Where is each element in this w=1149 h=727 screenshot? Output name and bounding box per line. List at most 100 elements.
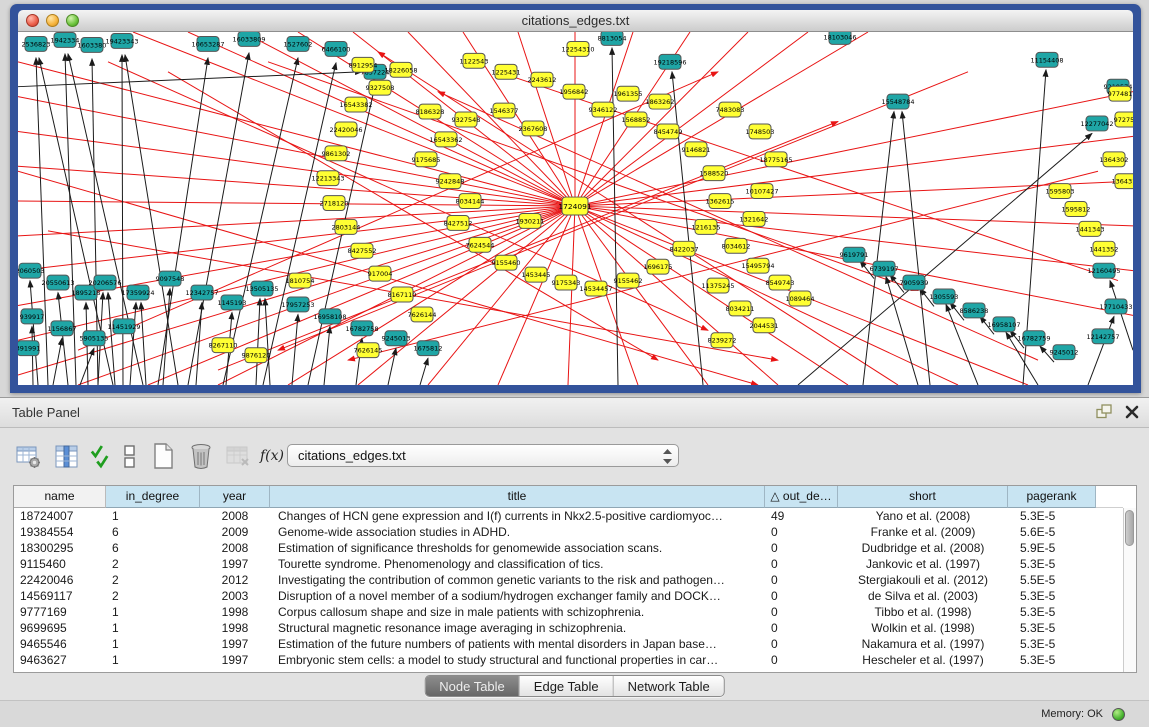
graph-node[interactable]: 5905135: [80, 331, 109, 346]
cell-out_de[interactable]: 0: [765, 588, 838, 604]
cell-name[interactable]: 9463627: [14, 652, 106, 668]
cell-out_de[interactable]: 0: [765, 524, 838, 540]
cell-name[interactable]: 9699695: [14, 620, 106, 636]
cell-pagerank[interactable]: 5.3E-5: [1008, 652, 1096, 668]
graph-node[interactable]: 6466100: [322, 41, 351, 56]
cell-title[interactable]: Embryonic stem cells: a model to study s…: [270, 652, 765, 668]
column-header-year[interactable]: year: [200, 486, 270, 508]
graph-node[interactable]: 9242848: [436, 174, 465, 189]
cell-year[interactable]: 2008: [200, 540, 270, 556]
cell-pagerank[interactable]: 5.3E-5: [1008, 636, 1096, 652]
graph-node[interactable]: 19423343: [105, 33, 138, 48]
graph-node[interactable]: 6739197: [870, 261, 899, 276]
cell-out_de[interactable]: 0: [765, 620, 838, 636]
cell-in_degree[interactable]: 6: [106, 524, 200, 540]
cell-short[interactable]: Dudbridge et al. (2008): [838, 540, 1008, 556]
cell-in_degree[interactable]: 6: [106, 540, 200, 556]
cell-year[interactable]: 1997: [200, 556, 270, 572]
column-header-pagerank[interactable]: pagerank: [1008, 486, 1096, 508]
table-row[interactable]: 977716911998Corpus callosum shape and si…: [14, 604, 1123, 620]
graph-node[interactable]: 8427552: [348, 243, 377, 258]
cell-short[interactable]: de Silva et al. (2003): [838, 588, 1008, 604]
cell-name[interactable]: 18300295: [14, 540, 106, 556]
cell-in_degree[interactable]: 1: [106, 652, 200, 668]
graph-node[interactable]: 9346122: [589, 102, 618, 117]
cell-in_degree[interactable]: 1: [106, 508, 200, 524]
graph-node[interactable]: 1603380: [78, 37, 107, 52]
graph-node[interactable]: 1156867: [48, 321, 77, 336]
table-mode-button[interactable]: [14, 442, 43, 471]
graph-node[interactable]: 7624544: [466, 237, 495, 252]
graph-node[interactable]: 8549743: [766, 275, 795, 290]
graph-node[interactable]: 1956842: [560, 84, 589, 99]
graph-node[interactable]: 9175685: [412, 152, 441, 167]
graph-node[interactable]: 1441352: [1090, 241, 1119, 256]
cell-out_de[interactable]: 0: [765, 652, 838, 668]
graph-node[interactable]: 11375245: [701, 278, 734, 293]
cell-year[interactable]: 2008: [200, 508, 270, 524]
cell-title[interactable]: Genome-wide association studies in ADHD.: [270, 524, 765, 540]
cell-short[interactable]: Jankovic et al. (1997): [838, 556, 1008, 572]
cell-name[interactable]: 19384554: [14, 524, 106, 540]
graph-node[interactable]: 1568852: [622, 112, 651, 127]
cell-title[interactable]: Estimation of the future numbers of pati…: [270, 636, 765, 652]
cell-title[interactable]: Structural magnetic resonance image aver…: [270, 620, 765, 636]
graph-node[interactable]: 972752: [1114, 112, 1133, 127]
graph-node[interactable]: 18103046: [823, 32, 856, 44]
cell-in_degree[interactable]: 2: [106, 556, 200, 572]
cell-title[interactable]: Investigating the contribution of common…: [270, 572, 765, 588]
column-header-in_degree[interactable]: in_degree: [106, 486, 200, 508]
graph-node[interactable]: 9619791: [840, 247, 869, 262]
cell-pagerank[interactable]: 5.3E-5: [1008, 604, 1096, 620]
network-window-titlebar[interactable]: citations_edges.txt: [18, 10, 1133, 32]
graph-node[interactable]: 16958108: [313, 309, 346, 324]
graph-node[interactable]: 9245012: [1050, 345, 1079, 360]
cell-name[interactable]: 9777169: [14, 604, 106, 620]
graph-node[interactable]: 17359924: [121, 285, 154, 300]
graph-node[interactable]: 8813054: [598, 32, 627, 45]
cell-year[interactable]: 2012: [200, 572, 270, 588]
graph-node[interactable]: 17710433: [1099, 299, 1132, 314]
zoom-traffic-light-icon[interactable]: [66, 14, 79, 27]
table-row[interactable]: 1938455462009Genome-wide association stu…: [14, 524, 1123, 540]
graph-node[interactable]: 9097548: [156, 271, 185, 286]
cell-name[interactable]: 9115460: [14, 556, 106, 572]
graph-node[interactable]: 8912954: [349, 57, 378, 72]
cell-short[interactable]: Yano et al. (2008): [838, 508, 1008, 524]
graph-node[interactable]: 16782759: [1017, 331, 1050, 346]
graph-node[interactable]: 1930211: [516, 213, 545, 228]
cell-year[interactable]: 2009: [200, 524, 270, 540]
cell-pagerank[interactable]: 5.3E-5: [1008, 588, 1096, 604]
cell-in_degree[interactable]: 1: [106, 636, 200, 652]
graph-node[interactable]: 1216135: [692, 219, 721, 234]
graph-node[interactable]: 1225431: [492, 64, 521, 79]
cell-name[interactable]: 9465546: [14, 636, 106, 652]
cell-title[interactable]: Changes of HCN gene expression and I(f) …: [270, 508, 765, 524]
cell-title[interactable]: Corpus callosum shape and size in male p…: [270, 604, 765, 620]
close-traffic-light-icon[interactable]: [26, 14, 39, 27]
table-row[interactable]: 1456911722003Disruption of a novel membe…: [14, 588, 1123, 604]
graph-node[interactable]: 7626144: [408, 307, 437, 322]
graph-node[interactable]: 14534457: [579, 281, 612, 296]
graph-node[interactable]: 2367608: [519, 121, 548, 136]
graph-node[interactable]: 1863262: [646, 94, 675, 109]
cell-out_de[interactable]: 0: [765, 540, 838, 556]
cell-short[interactable]: Nakamura et al. (1997): [838, 636, 1008, 652]
graph-node[interactable]: 12142757: [1086, 329, 1119, 344]
cell-in_degree[interactable]: 1: [106, 604, 200, 620]
graph-node[interactable]: 12277042: [1080, 116, 1113, 131]
table-row[interactable]: 969969511998Structural magnetic resonanc…: [14, 620, 1123, 636]
cell-pagerank[interactable]: 5.3E-5: [1008, 508, 1096, 524]
graph-node[interactable]: 1364302: [1100, 152, 1129, 167]
graph-node[interactable]: 1089464: [786, 291, 815, 306]
cell-out_de[interactable]: 0: [765, 556, 838, 572]
tab-node-table[interactable]: Node Table: [425, 676, 520, 696]
graph-node[interactable]: 8454749: [654, 124, 683, 139]
cell-out_de[interactable]: 0: [765, 572, 838, 588]
graph-node[interactable]: 1588520: [700, 166, 729, 181]
graph-node[interactable]: 12254310: [561, 41, 594, 56]
graph-node[interactable]: 7626145: [354, 343, 383, 358]
graph-node[interactable]: 1595812: [1062, 202, 1091, 217]
graph-node[interactable]: 13505135: [245, 281, 278, 296]
cell-title[interactable]: Tourette syndrome. Phenomenology and cla…: [270, 556, 765, 572]
